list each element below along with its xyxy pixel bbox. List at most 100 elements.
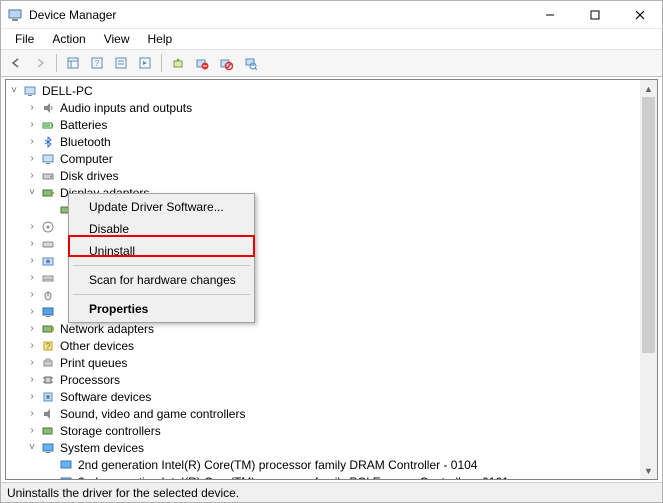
tree-label: Network adapters xyxy=(60,322,154,336)
menu-action[interactable]: Action xyxy=(44,30,93,48)
system-icon xyxy=(58,474,74,481)
menu-help[interactable]: Help xyxy=(140,30,181,48)
expand-icon[interactable]: › xyxy=(26,425,38,437)
tree-label: 2nd generation Intel(R) Core(TM) process… xyxy=(78,475,509,481)
expand-icon[interactable]: › xyxy=(26,119,38,131)
system-icon xyxy=(58,457,74,473)
expand-icon[interactable]: › xyxy=(26,221,38,233)
maximize-button[interactable] xyxy=(572,1,617,29)
expand-icon[interactable]: › xyxy=(26,238,38,250)
tree-system-child[interactable]: › 2nd generation Intel(R) Core(TM) proce… xyxy=(6,456,657,473)
tree-label: Batteries xyxy=(60,118,107,132)
tree-label: Sound, video and game controllers xyxy=(60,407,245,421)
context-menu: Update Driver Software... Disable Uninst… xyxy=(68,193,255,323)
expand-icon[interactable]: › xyxy=(26,306,38,318)
svg-text:?: ? xyxy=(46,342,51,351)
expand-icon[interactable]: › xyxy=(26,289,38,301)
properties-button[interactable] xyxy=(110,52,132,74)
cm-properties[interactable]: Properties xyxy=(71,298,252,320)
tree-printq[interactable]: › Print queues xyxy=(6,354,657,371)
back-button[interactable] xyxy=(5,52,27,74)
expand-icon[interactable]: › xyxy=(26,170,38,182)
tree-software[interactable]: › Software devices xyxy=(6,388,657,405)
disable-button[interactable] xyxy=(215,52,237,74)
minimize-button[interactable] xyxy=(527,1,572,29)
expand-icon[interactable]: › xyxy=(26,255,38,267)
cm-separator xyxy=(73,294,250,295)
expand-icon[interactable]: › xyxy=(26,374,38,386)
tree-label: Disk drives xyxy=(60,169,119,183)
tree-batteries[interactable]: › Batteries xyxy=(6,116,657,133)
tree-label: DELL-PC xyxy=(42,84,93,98)
close-button[interactable] xyxy=(617,1,662,29)
tree-audio[interactable]: › Audio inputs and outputs xyxy=(6,99,657,116)
device-icon xyxy=(40,219,56,235)
tree-sound[interactable]: › Sound, video and game controllers xyxy=(6,405,657,422)
tree-disk[interactable]: › Disk drives xyxy=(6,167,657,184)
display-adapter-icon xyxy=(40,185,56,201)
menu-view[interactable]: View xyxy=(96,30,138,48)
vertical-scrollbar[interactable]: ▲ ▼ xyxy=(640,80,657,479)
tree-label: System devices xyxy=(60,441,144,455)
collapse-icon[interactable]: ˅ xyxy=(8,85,20,97)
svg-text:?: ? xyxy=(95,59,100,68)
tree-processors[interactable]: › Processors xyxy=(6,371,657,388)
monitor-icon xyxy=(40,304,56,320)
scroll-track[interactable] xyxy=(640,97,657,462)
show-hide-tree-button[interactable] xyxy=(62,52,84,74)
uninstall-button[interactable] xyxy=(191,52,213,74)
menu-file[interactable]: File xyxy=(7,30,42,48)
cm-update-driver[interactable]: Update Driver Software... xyxy=(71,196,252,218)
cm-disable[interactable]: Disable xyxy=(71,218,252,240)
tree-label: Processors xyxy=(60,373,120,387)
tree-label: Audio inputs and outputs xyxy=(60,101,192,115)
expand-icon[interactable]: › xyxy=(26,102,38,114)
bluetooth-icon xyxy=(40,134,56,150)
window-title: Device Manager xyxy=(29,8,527,22)
expand-icon[interactable]: › xyxy=(26,391,38,403)
tree-storage[interactable]: › Storage controllers xyxy=(6,422,657,439)
expand-icon[interactable]: › xyxy=(26,340,38,352)
menubar: File Action View Help xyxy=(1,29,662,49)
tree-label: 2nd generation Intel(R) Core(TM) process… xyxy=(78,458,477,472)
keyboard-icon xyxy=(40,270,56,286)
printer-icon xyxy=(40,355,56,371)
scroll-down-button[interactable]: ▼ xyxy=(640,462,657,479)
collapse-icon[interactable]: ˅ xyxy=(26,442,38,454)
expand-icon[interactable]: › xyxy=(26,153,38,165)
tree-computer[interactable]: › Computer xyxy=(6,150,657,167)
system-icon xyxy=(40,440,56,456)
expand-icon[interactable]: › xyxy=(26,323,38,335)
mouse-icon xyxy=(40,287,56,303)
collapse-icon[interactable]: ˅ xyxy=(26,187,38,199)
forward-button[interactable] xyxy=(29,52,51,74)
cm-scan[interactable]: Scan for hardware changes xyxy=(71,269,252,291)
scan-hardware-button[interactable] xyxy=(239,52,261,74)
action-button[interactable] xyxy=(134,52,156,74)
device-manager-icon xyxy=(7,7,23,23)
storage-icon xyxy=(40,423,56,439)
other-devices-icon: ? xyxy=(40,338,56,354)
scroll-up-button[interactable]: ▲ xyxy=(640,80,657,97)
tree-root[interactable]: ˅ DELL-PC xyxy=(6,82,657,99)
computer-icon xyxy=(40,151,56,167)
cm-separator xyxy=(73,265,250,266)
update-driver-button[interactable] xyxy=(167,52,189,74)
tree-bluetooth[interactable]: › Bluetooth xyxy=(6,133,657,150)
tree-system-child[interactable]: › 2nd generation Intel(R) Core(TM) proce… xyxy=(6,473,657,480)
tree-other[interactable]: › ? Other devices xyxy=(6,337,657,354)
titlebar: Device Manager xyxy=(1,1,662,29)
expand-icon[interactable]: › xyxy=(26,408,38,420)
network-icon xyxy=(40,321,56,337)
cm-uninstall[interactable]: Uninstall xyxy=(71,240,252,262)
expand-icon[interactable]: › xyxy=(26,136,38,148)
window-controls xyxy=(527,1,662,29)
toolbar-separator xyxy=(161,54,162,72)
expand-icon[interactable]: › xyxy=(26,272,38,284)
expand-icon[interactable]: › xyxy=(26,357,38,369)
tree-system[interactable]: ˅ System devices xyxy=(6,439,657,456)
scroll-thumb[interactable] xyxy=(642,97,655,353)
tree-label: Print queues xyxy=(60,356,127,370)
help-button[interactable]: ? xyxy=(86,52,108,74)
tree-label: Software devices xyxy=(60,390,151,404)
